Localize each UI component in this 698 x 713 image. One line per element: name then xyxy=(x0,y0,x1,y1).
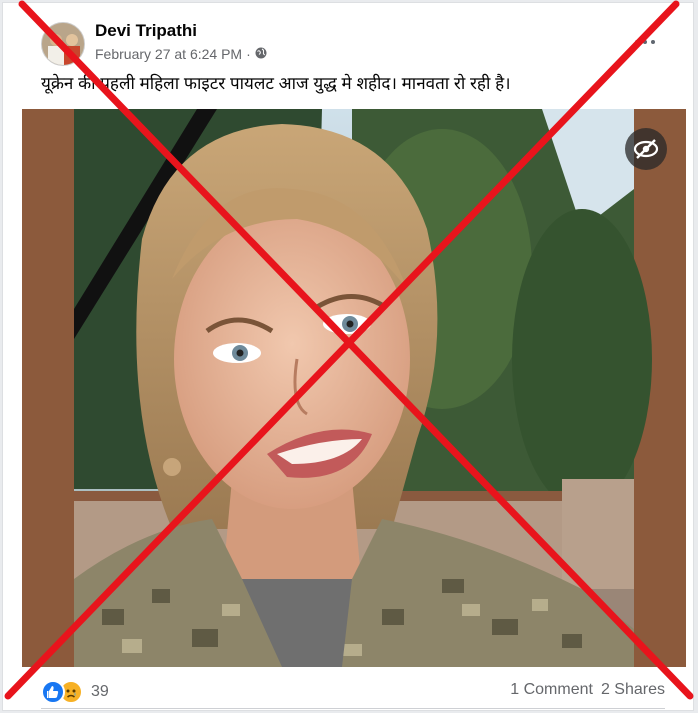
post-stats: 1 Comment 2 Shares xyxy=(510,681,665,699)
author-avatar[interactable] xyxy=(41,22,85,66)
post-card: Devi Tripathi February 27 at 6:24 PM · य… xyxy=(2,2,694,711)
hide-content-button[interactable] xyxy=(625,128,667,170)
reaction-summary[interactable]: 39 xyxy=(41,680,109,704)
post-meta: February 27 at 6:24 PM · xyxy=(95,46,267,62)
footer-divider xyxy=(41,708,665,709)
more-options-button[interactable] xyxy=(635,37,657,47)
post-footer: 39 1 Comment 2 Shares xyxy=(3,667,693,710)
eye-slash-icon xyxy=(633,139,659,159)
post-timestamp[interactable]: February 27 at 6:24 PM xyxy=(95,46,242,62)
author-name[interactable]: Devi Tripathi xyxy=(95,21,197,41)
shares-link[interactable]: 2 Shares xyxy=(601,681,665,699)
globe-icon[interactable] xyxy=(255,46,267,62)
comments-link[interactable]: 1 Comment xyxy=(510,681,593,699)
post-photo[interactable] xyxy=(22,109,686,667)
reaction-count: 39 xyxy=(91,683,109,700)
like-icon xyxy=(41,680,65,704)
post-caption: यूक्रेन की पहली महिला फाइटर पायलट आज युद… xyxy=(41,74,511,93)
meta-separator: · xyxy=(246,46,251,62)
